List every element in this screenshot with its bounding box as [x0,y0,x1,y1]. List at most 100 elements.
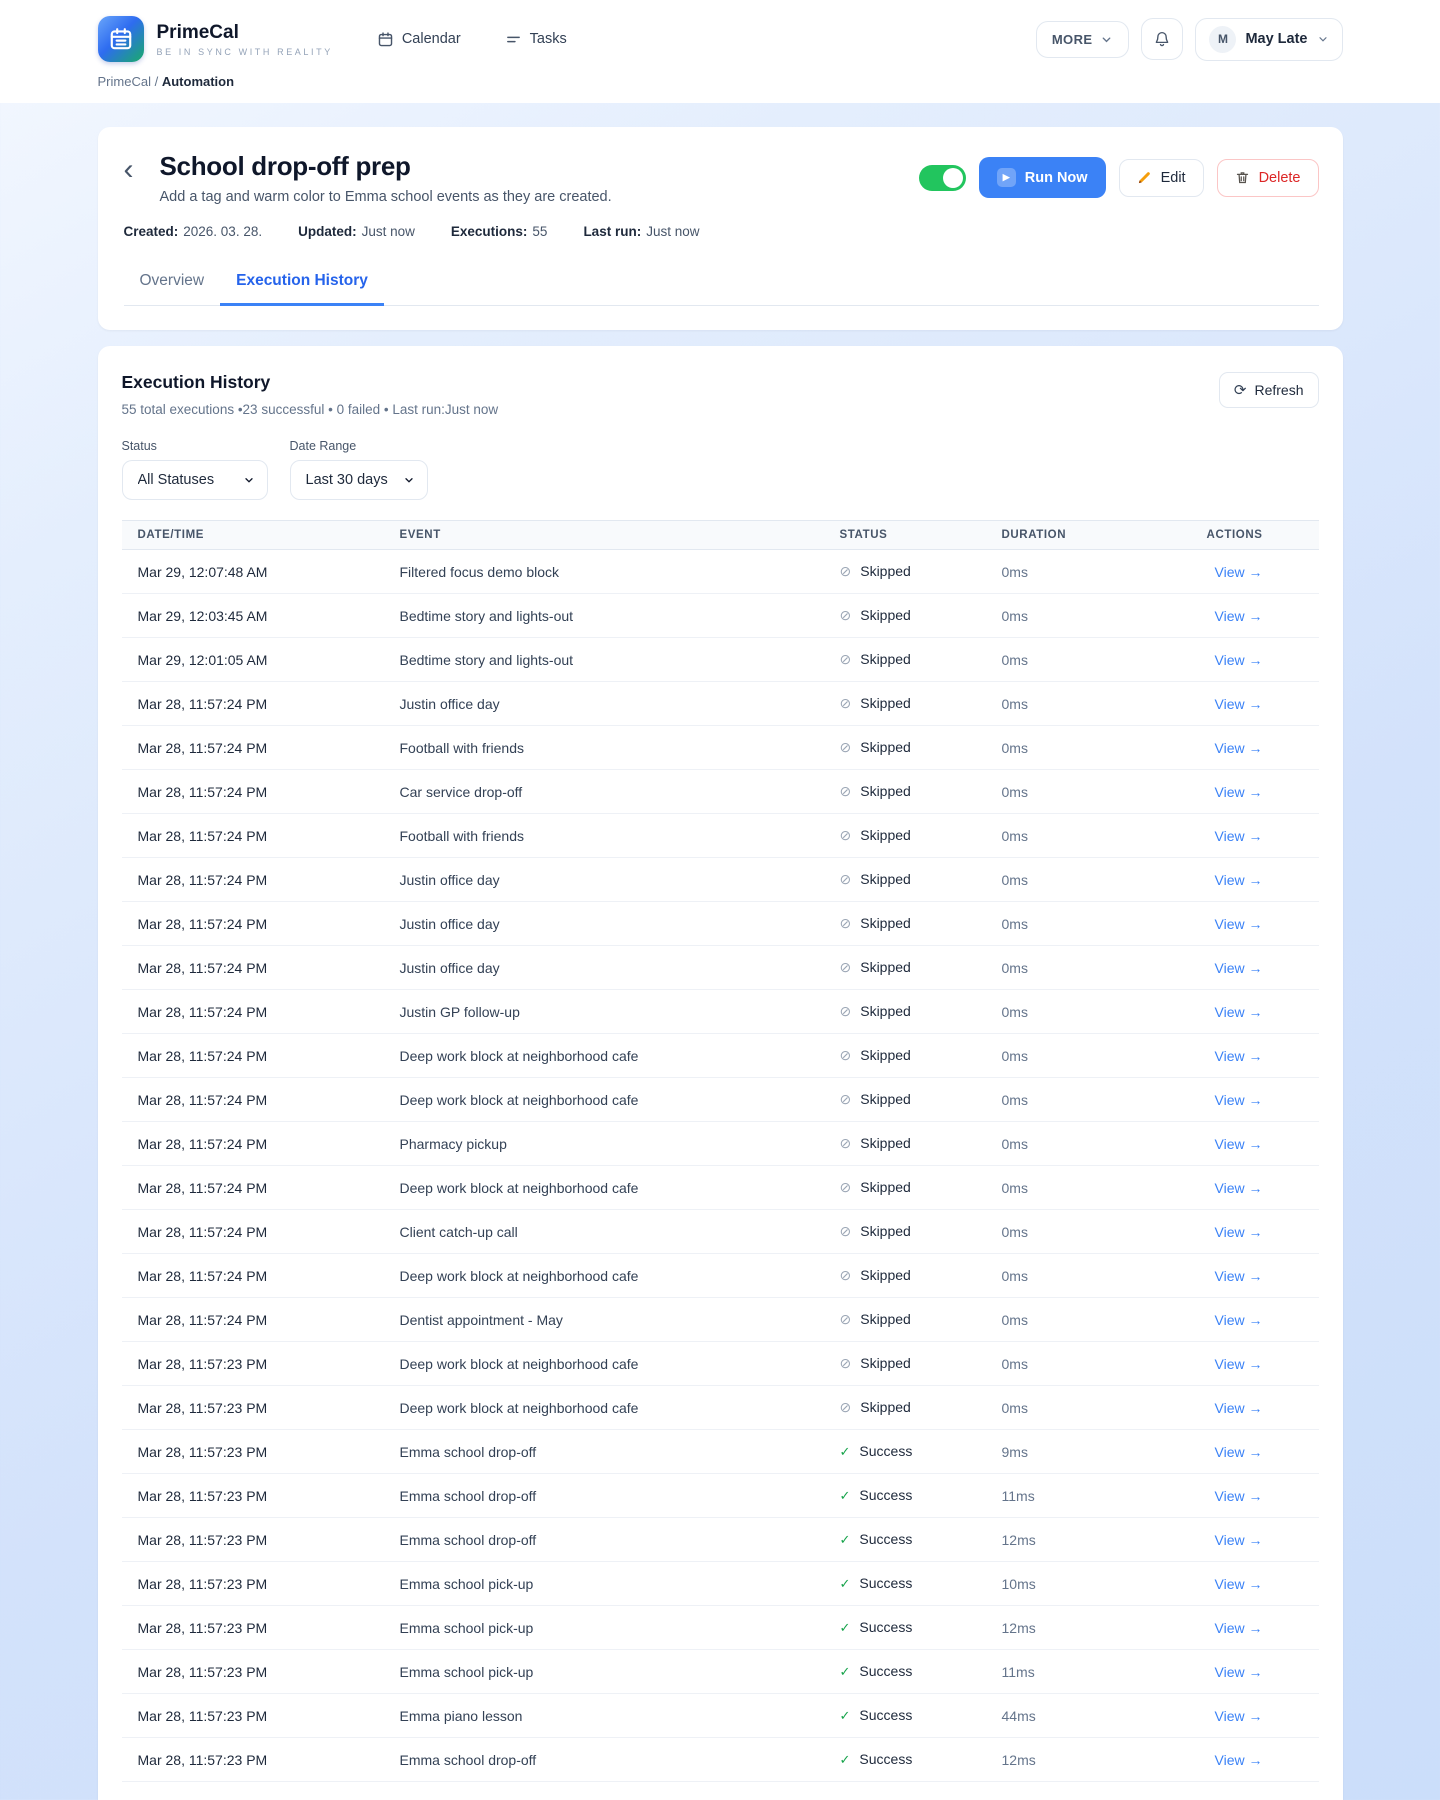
table-row: Mar 28, 11:57:23 PMEmma school drop-off✓… [122,1430,1319,1474]
view-link[interactable]: View → [1215,1004,1263,1020]
view-link[interactable]: View → [1215,1224,1263,1240]
view-link[interactable]: View → [1215,1180,1263,1196]
view-link[interactable]: View → [1215,1400,1263,1416]
refresh-button[interactable]: ⟳ Refresh [1219,372,1319,408]
cell-duration: 11ms [986,1650,1166,1694]
view-link[interactable]: View → [1215,1620,1263,1636]
skipped-icon: ⊘ [840,563,852,580]
view-link[interactable]: View → [1215,608,1263,624]
status-filter-group: Status All Statuses [122,439,268,500]
view-link[interactable]: View → [1215,916,1263,932]
delete-button[interactable]: Delete [1217,159,1319,197]
cell-actions: View → [1166,682,1319,726]
skipped-icon: ⊘ [840,1267,852,1284]
cell-duration: 12ms [986,1606,1166,1650]
table-row: Mar 28, 11:57:24 PMFootball with friends… [122,726,1319,770]
edit-button[interactable]: Edit [1119,159,1204,197]
user-name: May Late [1245,31,1307,47]
more-button[interactable]: MORE [1036,21,1130,58]
view-link[interactable]: View → [1215,872,1263,888]
table-row: Mar 28, 11:57:23 PMEmma school pick-up✓S… [122,1650,1319,1694]
tab-execution-history[interactable]: Execution History [220,259,384,306]
view-link[interactable]: View → [1215,784,1263,800]
breadcrumb-current: Automation [162,74,234,89]
nav-item-calendar[interactable]: Calendar [377,31,461,48]
cell-event: Deep work block at neighborhood cafe [384,1254,824,1298]
column-duration: DURATION [986,521,1166,550]
cell-duration: 0ms [986,550,1166,594]
cell-datetime: Mar 28, 11:57:24 PM [122,1078,384,1122]
tabs: Overview Execution History [124,259,1319,306]
status-filter-label: Status [122,439,268,453]
view-link[interactable]: View → [1215,960,1263,976]
view-link[interactable]: View → [1215,1708,1263,1724]
success-icon: ✓ [840,1752,851,1768]
back-button[interactable]: ‹ [124,157,150,183]
breadcrumb-root-link[interactable]: PrimeCal [98,74,151,89]
notifications-button[interactable] [1141,18,1183,60]
user-menu[interactable]: M May Late [1195,18,1342,61]
view-link[interactable]: View → [1215,1048,1263,1064]
cell-actions: View → [1166,726,1319,770]
view-link[interactable]: View → [1215,1664,1263,1680]
view-link[interactable]: View → [1215,1136,1263,1152]
cell-duration: 44ms [986,1694,1166,1738]
skipped-icon: ⊘ [840,607,852,624]
skipped-icon: ⊘ [840,1311,852,1328]
status-label: Success [859,1443,912,1459]
success-icon: ✓ [840,1708,851,1724]
cell-event: Car service drop-off [384,770,824,814]
tab-overview[interactable]: Overview [124,259,221,306]
view-link[interactable]: View → [1215,1356,1263,1372]
column-datetime: DATE/TIME [122,521,384,550]
cell-datetime: Mar 28, 11:57:23 PM [122,1738,384,1782]
cell-actions: View → [1166,1386,1319,1430]
edit-label: Edit [1161,170,1186,186]
view-link[interactable]: View → [1215,1092,1263,1108]
cell-event: Deep work block at neighborhood cafe [384,1166,824,1210]
cell-status: ⊘Skipped [824,682,986,726]
view-link[interactable]: View → [1215,652,1263,668]
cell-event: Emma school drop-off [384,1474,824,1518]
delete-label: Delete [1259,170,1301,186]
view-link[interactable]: View → [1215,1752,1263,1768]
run-now-button[interactable]: ▶ Run Now [979,157,1106,198]
status-label: Skipped [860,1311,911,1327]
table-row: Mar 28, 11:57:23 PMEmma school drop-off✓… [122,1518,1319,1562]
cell-status: ⊘Skipped [824,1166,986,1210]
table-row: Mar 28, 11:57:24 PMPharmacy pickup⊘Skipp… [122,1122,1319,1166]
cell-datetime: Mar 28, 11:57:24 PM [122,858,384,902]
view-link[interactable]: View → [1215,1268,1263,1284]
view-link[interactable]: View → [1215,564,1263,580]
view-link[interactable]: View → [1215,1532,1263,1548]
cell-duration: 0ms [986,726,1166,770]
view-link[interactable]: View → [1215,1312,1263,1328]
cell-actions: View → [1166,1606,1319,1650]
view-link[interactable]: View → [1215,740,1263,756]
cell-status: ⊘Skipped [824,858,986,902]
success-icon: ✓ [840,1444,851,1460]
view-link[interactable]: View → [1215,1444,1263,1460]
view-link[interactable]: View → [1215,1488,1263,1504]
cell-status: ⊘Skipped [824,726,986,770]
cell-status: ⊘Skipped [824,1254,986,1298]
status-label: Skipped [860,783,911,799]
status-label: Skipped [860,959,911,975]
cell-actions: View → [1166,1166,1319,1210]
cell-datetime: Mar 28, 11:57:24 PM [122,682,384,726]
cell-status: ✓Success [824,1562,986,1606]
execution-table: DATE/TIME EVENT STATUS DURATION ACTIONS … [122,520,1319,1782]
status-filter-select[interactable]: All Statuses [122,460,268,500]
date-range-filter-select[interactable]: Last 30 days [290,460,428,500]
table-row: Mar 28, 11:57:23 PMEmma school pick-up✓S… [122,1606,1319,1650]
table-header-row: DATE/TIME EVENT STATUS DURATION ACTIONS [122,521,1319,550]
cell-actions: View → [1166,1562,1319,1606]
view-link[interactable]: View → [1215,828,1263,844]
view-link[interactable]: View → [1215,1576,1263,1592]
nav-item-tasks[interactable]: Tasks [505,31,567,48]
cell-event: Deep work block at neighborhood cafe [384,1342,824,1386]
view-link[interactable]: View → [1215,696,1263,712]
trash-icon [1235,170,1250,185]
status-label: Skipped [860,695,911,711]
enabled-toggle[interactable] [919,165,966,191]
